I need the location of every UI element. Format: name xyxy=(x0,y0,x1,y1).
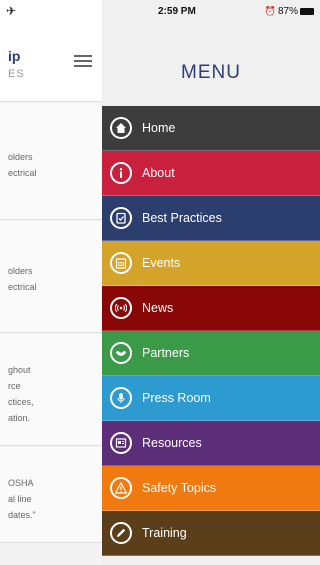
menu-item-label: Partners xyxy=(142,346,190,360)
background-card: olders ectrical xyxy=(0,221,102,333)
menu-item-label: Home xyxy=(142,121,176,135)
home-icon xyxy=(110,117,132,139)
background-title: ip xyxy=(8,48,21,64)
menu-item-label: Safety Topics xyxy=(142,481,217,495)
background-subtitle: ES xyxy=(8,68,25,80)
battery-percent: 87% xyxy=(277,6,298,17)
menu-item-label: About xyxy=(142,166,175,180)
menu-header: MENU xyxy=(102,22,320,116)
menu-item-best-practices[interactable]: Best Practices xyxy=(102,196,320,241)
status-time: 2:59 PM xyxy=(158,6,196,17)
background-header: ip ES xyxy=(0,22,102,102)
background-status-bar: ✈ xyxy=(0,0,102,22)
menu-item-press-room[interactable]: Press Room xyxy=(102,376,320,421)
background-card: olders ectrical xyxy=(0,103,102,220)
menu-list: Home About Best Practices Events News Pa… xyxy=(102,106,320,556)
background-card: OSHA al line dates." xyxy=(0,447,102,543)
document-icon xyxy=(110,432,132,454)
battery-indicator: ⏰ 87% xyxy=(265,6,314,17)
menu-title: MENU xyxy=(181,62,241,83)
clipboard-icon xyxy=(110,207,132,229)
menu-item-resources[interactable]: Resources xyxy=(102,421,320,466)
menu-item-home[interactable]: Home xyxy=(102,106,320,151)
background-card: ghout rce ctices, ation. xyxy=(0,334,102,446)
pencil-icon xyxy=(110,522,132,544)
menu-item-about[interactable]: About xyxy=(102,151,320,196)
menu-item-events[interactable]: Events xyxy=(102,241,320,286)
microphone-icon xyxy=(110,387,132,409)
calendar-icon xyxy=(110,252,132,274)
status-bar: 2:59 PM ⏰ 87% xyxy=(102,0,320,22)
handshake-icon xyxy=(110,342,132,364)
battery-icon xyxy=(300,8,314,15)
menu-item-news[interactable]: News xyxy=(102,286,320,331)
background-page: ✈ ip ES olders ectrical olders ectrical … xyxy=(0,0,102,565)
info-icon xyxy=(110,162,132,184)
menu-item-label: Best Practices xyxy=(142,211,222,225)
menu-item-label: News xyxy=(142,301,174,315)
menu-item-label: Resources xyxy=(142,436,202,450)
menu-item-training[interactable]: Training xyxy=(102,511,320,556)
alarm-icon: ⏰ xyxy=(264,6,276,16)
menu-item-label: Events xyxy=(142,256,181,270)
side-menu: 2:59 PM ⏰ 87% MENU Home About Best Pract… xyxy=(102,0,320,565)
airplane-icon: ✈ xyxy=(6,4,17,18)
hamburger-icon[interactable] xyxy=(74,55,92,67)
menu-item-safety-topics[interactable]: Safety Topics xyxy=(102,466,320,511)
menu-item-partners[interactable]: Partners xyxy=(102,331,320,376)
menu-item-label: Training xyxy=(142,526,187,540)
broadcast-icon xyxy=(110,297,132,319)
warning-icon xyxy=(110,477,132,499)
menu-item-label: Press Room xyxy=(142,391,211,405)
